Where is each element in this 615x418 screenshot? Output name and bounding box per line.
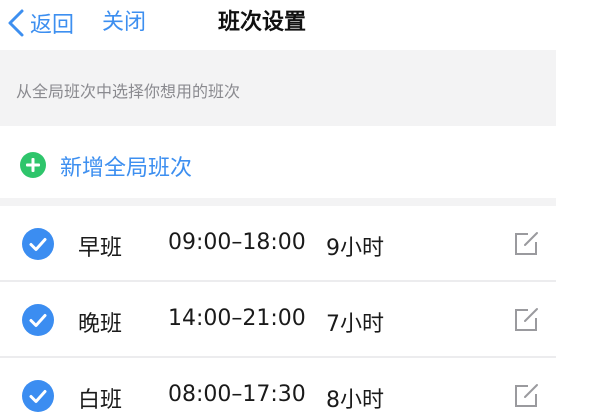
add-global-shift-button[interactable]: 新增全局班次 [0,136,556,194]
edit-icon[interactable] [512,382,540,410]
chevron-left-icon [6,8,26,38]
check-circle-icon[interactable] [22,380,54,412]
shift-name: 晚班 [78,312,123,337]
section-divider [0,198,556,206]
add-global-shift-label: 新增全局班次 [60,156,193,181]
edit-icon[interactable] [512,306,540,334]
shift-hours: 7小时 [326,312,384,337]
shift-time: 09:00–18:00 [168,230,306,255]
shift-hours: 8小时 [326,388,384,413]
hint-banner: 从全局班次中选择你想用的班次 [0,50,556,126]
shift-time: 08:00–17:30 [168,382,306,407]
check-circle-icon[interactable] [22,228,54,260]
shift-settings-page: 返回 关闭 班次设置 从全局班次中选择你想用的班次 新增全局班次 早班 09:0… [0,0,615,418]
edit-icon[interactable] [512,230,540,258]
shift-name: 白班 [78,388,123,413]
close-button[interactable]: 关闭 [102,4,146,42]
back-label: 返回 [30,13,75,38]
nav-header: 返回 关闭 班次设置 [0,0,556,46]
page-title: 班次设置 [218,10,307,35]
hint-text: 从全局班次中选择你想用的班次 [16,82,241,101]
shift-hours: 9小时 [326,236,384,261]
check-circle-icon[interactable] [22,304,54,336]
back-button[interactable]: 返回 [6,4,74,42]
shift-row[interactable]: 早班 09:00–18:00 9小时 [0,206,556,282]
shift-row[interactable]: 晚班 14:00–21:00 7小时 [0,282,556,358]
shift-time: 14:00–21:00 [168,306,306,331]
shift-row[interactable]: 白班 08:00–17:30 8小时 [0,358,556,418]
plus-circle-icon [20,152,46,178]
shift-name: 早班 [78,236,123,261]
